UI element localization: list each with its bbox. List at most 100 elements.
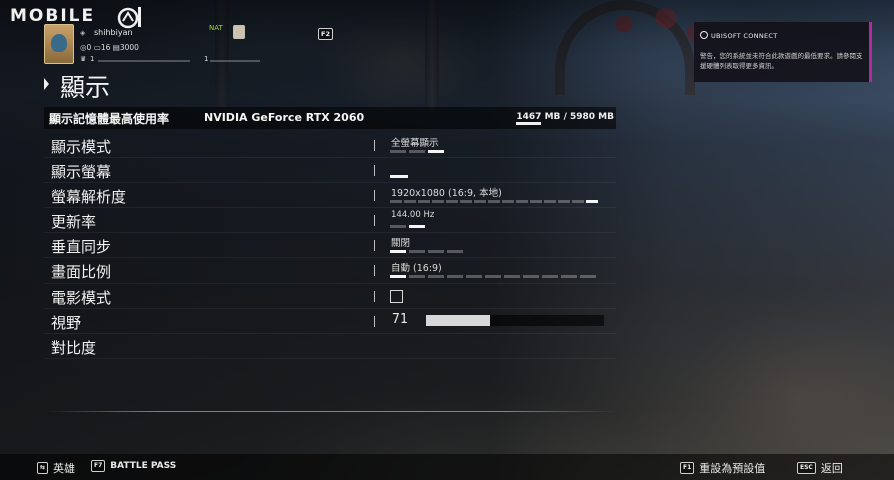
reset-label: 重設為預設值 [699,462,766,475]
rank-right-value: 1 [204,55,209,63]
vram-separator: / [563,112,567,122]
setting-label: 螢幕解析度 [51,188,127,207]
credits-value: 3000 [119,43,139,52]
battlepass-key-hint: F7 [91,460,106,472]
footer-bar: ⇆ 英雄 F7 BATTLE PASS F1 重設為預設值 ESC 返回 [0,454,894,480]
notification-message: 警告，您的系統並未符合此款遊戲的最低要求。請參閱支援硬體列表取得更多資訊。 [700,52,863,70]
rank-row: ♛ 1 1 [80,55,260,65]
option-segment [586,200,598,204]
vram-used-value: 1467 [516,112,542,125]
setting-row-display-mode[interactable]: 顯示模式 全螢幕顯示 [44,133,616,159]
option-segment [502,200,514,204]
level-icon: ▭ [93,43,101,52]
vram-used-unit: MB [544,112,561,122]
fov-slider[interactable] [426,314,604,326]
page-title: 顯示 [60,73,111,102]
notification-header: UBISOFT CONNECT [700,31,778,40]
option-segment [409,250,425,254]
setting-row-aspect-ratio[interactable]: 畫面比例 自動 (16:9) [44,258,616,284]
ubisoft-connect-notification[interactable]: UBISOFT CONNECT 警告，您的系統並未符合此款遊戲的最低要求。請參閱… [694,22,872,82]
option-indicator [390,200,598,204]
esc-key-hint: ESC [797,462,816,474]
setting-row-cinematic-mode[interactable]: 電影模式 [44,284,616,309]
option-segment [390,225,406,229]
fov-slider-fill [426,314,491,326]
rank-progress-bar-2 [210,60,260,62]
level-value: 16 [100,43,111,52]
setting-row-refresh-rate[interactable]: 更新率 144.00 Hz [44,208,616,234]
option-segment [561,275,577,279]
player-emblem [44,24,74,64]
option-segment [488,200,500,204]
option-segment [390,200,402,204]
row-divider [374,265,375,277]
option-segment [432,200,444,204]
option-segment [474,200,486,204]
battle-pass-button[interactable]: F7 BATTLE PASS [91,460,176,472]
option-segment [447,250,463,254]
setting-row-field-of-view[interactable]: 視野 71 [44,309,616,334]
option-indicator [390,250,463,254]
player-card[interactable]: ◈ shihbiyan ◎0 ▭16 ▤3000 ♛ 1 1 [44,24,260,68]
operators-button[interactable]: ⇆ 英雄 [37,460,75,476]
renown-value: 0 [86,43,92,52]
gpu-name: NVIDIA GeForce RTX 2060 [204,111,365,124]
cinematic-mode-checkbox[interactable] [390,289,403,303]
option-segment [409,275,425,279]
setting-value: 關閉 [391,238,411,250]
option-segment [523,275,539,279]
option-segment [428,275,444,279]
option-indicator [390,275,596,279]
option-segment [447,275,463,279]
row-divider [374,165,375,177]
row-divider [374,315,375,327]
setting-row-vsync[interactable]: 垂直同步 關閉 [44,233,616,259]
rank-progress-bar [98,60,190,62]
option-segment [542,275,558,279]
setting-label: 垂直同步 [51,238,112,257]
site-watermark: MOBILE [10,6,96,26]
option-segment [530,200,542,204]
back-button[interactable]: ESC 返回 [797,460,843,476]
option-segment [504,275,520,279]
option-segment [409,150,425,153]
vram-label: 顯示記憶體最高使用率 [49,112,170,126]
nat-status: NAT [209,24,223,32]
chevron-right-icon [44,78,49,90]
option-segment [572,200,584,204]
option-segment [418,200,430,204]
setting-label: 顯示螢幕 [51,163,112,182]
option-segment [558,200,570,204]
rank-icon: ♛ [80,55,87,63]
setting-value: 全螢幕顯示 [391,138,439,149]
list-divider [44,411,616,412]
setting-row-resolution[interactable]: 螢幕解析度 1920x1080 (16:9, 本地) [44,183,616,209]
row-divider [374,215,375,227]
rank-left-value: 1 [90,55,95,63]
operators-label: 英雄 [53,462,76,475]
option-segment [460,200,472,204]
option-segment [516,200,528,204]
setting-label: 對比度 [51,338,97,357]
option-indicator [390,225,425,229]
option-indicator [390,150,444,153]
setting-label: 顯示模式 [51,138,112,156]
party-key-hint: F2 [318,28,333,40]
party-icon[interactable] [233,25,245,39]
option-indicator [390,175,408,179]
row-divider [374,240,375,252]
display-settings-list: 顯示模式 全螢幕顯示 顯示螢幕 螢幕解析度 1920x1080 (16:9, 本… [44,133,616,359]
vram-usage-readout: 1467 MB / 5980 MB [516,112,614,125]
swap-key-icon: ⇆ [37,462,49,474]
notification-brand: UBISOFT CONNECT [711,32,778,40]
option-segment [404,200,416,204]
option-segment [390,250,406,254]
setting-label: 視野 [51,313,82,332]
reset-defaults-button[interactable]: F1 重設為預設值 [680,460,765,476]
setting-label: 更新率 [51,213,97,232]
setting-value: 1920x1080 (16:9, 本地) [391,188,502,200]
setting-row-contrast[interactable]: 對比度 [44,334,616,359]
setting-row-display-monitor[interactable]: 顯示螢幕 [44,158,616,184]
reset-key-hint: F1 [680,462,695,474]
option-segment [466,275,482,279]
